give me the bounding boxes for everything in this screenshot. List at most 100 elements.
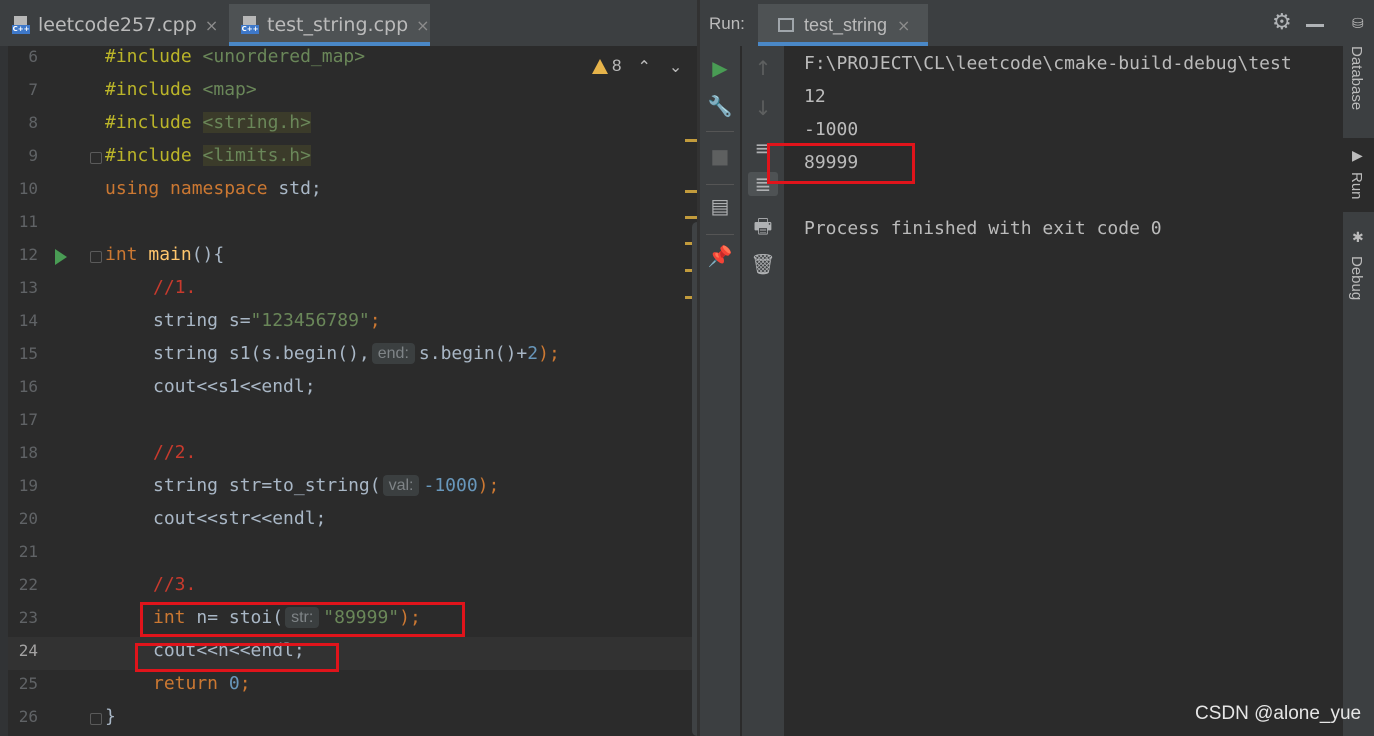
trash-icon[interactable]: 🗑 xyxy=(748,252,778,276)
stop-icon[interactable]: ■ xyxy=(705,144,735,168)
line-number: 9 xyxy=(28,146,38,165)
tool-window-run[interactable]: ▶ Run xyxy=(1343,138,1374,212)
fold-icon[interactable] xyxy=(90,152,102,164)
code-text: int main(){ xyxy=(105,244,225,265)
code-text: cout<<s1<<endl; xyxy=(153,376,316,397)
code-line: 21 xyxy=(8,538,697,571)
fold-icon[interactable] xyxy=(90,713,102,725)
rerun-icon[interactable]: ▶ xyxy=(705,56,735,80)
line-number: 8 xyxy=(28,113,38,132)
close-icon[interactable]: × xyxy=(416,16,429,35)
tab-label: test_string.cpp xyxy=(267,14,409,36)
code-text: using namespace std; xyxy=(105,178,322,199)
code-line: 8 #include <string.h> xyxy=(8,109,697,142)
line-number: 19 xyxy=(18,476,38,495)
unused-include-highlight: <string.h> xyxy=(202,112,311,133)
console-line: Process finished with exit code 0 xyxy=(804,218,1162,239)
code-line: 25 return 0; xyxy=(8,670,697,703)
tab-leetcode257[interactable]: C++ leetcode257.cpp × xyxy=(12,4,228,46)
code-text: #include <map> xyxy=(105,79,257,100)
run-gutter-icon[interactable] xyxy=(55,249,67,265)
bug-icon: ✱ xyxy=(1352,230,1364,246)
pin-icon[interactable]: 📌 xyxy=(705,244,735,268)
code-line: 18 //2. xyxy=(8,439,697,472)
tool-window-label: Run xyxy=(1348,172,1365,200)
gear-icon[interactable]: ⚙ xyxy=(1272,10,1292,35)
close-icon[interactable]: × xyxy=(897,16,910,35)
editor-tab-bar: C++ leetcode257.cpp × C++ test_string.cp… xyxy=(0,0,697,46)
parameter-hint: end: xyxy=(371,343,415,364)
code-line: 9 #include <limits.h> xyxy=(8,142,697,175)
run-toolbar-primary: ▶ 🔧 ■ ▤ 📌 xyxy=(700,46,740,736)
tool-window-debug[interactable]: ✱ Debug xyxy=(1343,224,1374,314)
code-line: 13 //1. xyxy=(8,274,697,307)
line-number: 22 xyxy=(18,575,38,594)
tab-test-string[interactable]: C++ test_string.cpp × xyxy=(229,4,430,46)
tab-run-config[interactable]: test_string × xyxy=(758,4,928,46)
layout-icon[interactable]: ▤ xyxy=(705,194,735,218)
line-number: 23 xyxy=(18,608,38,627)
code-text: cout<<str<<endl; xyxy=(153,508,327,529)
code-line: 14 string s="123456789"; xyxy=(8,307,697,340)
toolbar-separator xyxy=(706,131,734,132)
code-text: //1. xyxy=(153,277,197,298)
arrow-down-icon[interactable]: ↓ xyxy=(748,96,778,120)
code-line: 20 cout<<str<<endl; xyxy=(8,505,697,538)
code-text: #include <unordered_map> xyxy=(105,46,366,67)
code-line: 17 xyxy=(8,406,697,439)
code-line-current: 24 cout<<n<<endl; xyxy=(8,637,697,670)
code-text: #include <limits.h> xyxy=(105,145,311,166)
minimize-icon[interactable] xyxy=(1306,24,1324,27)
inspection-widget[interactable]: 8 ⌃ ⌄ xyxy=(592,56,682,76)
run-tab-label: test_string xyxy=(804,14,888,35)
line-number: 10 xyxy=(18,179,38,198)
code-line: 15 string s1(s.begin(), end: s.begin()+2); xyxy=(8,340,697,373)
chevron-down-icon[interactable]: ⌄ xyxy=(669,57,682,76)
warning-stripe-marker[interactable] xyxy=(685,139,697,142)
line-number: 14 xyxy=(18,311,38,330)
console-line: -1000 xyxy=(804,119,859,140)
database-icon: ⛁ xyxy=(1352,16,1364,32)
code-text: #include <string.h> xyxy=(105,112,311,133)
editor-left-strip xyxy=(0,46,8,736)
code-line: 12 int main(){ xyxy=(8,241,697,274)
line-number: 17 xyxy=(18,410,38,429)
code-text: return 0; xyxy=(153,673,251,694)
line-number: 15 xyxy=(18,344,38,363)
console-line: 12 xyxy=(804,86,826,107)
line-number: 13 xyxy=(18,278,38,297)
line-number: 12 xyxy=(18,245,38,264)
cpp-file-icon: C++ xyxy=(12,16,30,34)
warning-icon xyxy=(592,58,608,74)
console-icon xyxy=(778,18,794,32)
warning-stripe-marker[interactable] xyxy=(685,190,697,193)
close-icon[interactable]: × xyxy=(205,16,218,35)
watermark: CSDN @alone_yue xyxy=(1195,703,1362,724)
annotation-box xyxy=(767,143,915,184)
line-number: 6 xyxy=(28,47,38,66)
line-number: 11 xyxy=(18,212,38,231)
line-number: 26 xyxy=(18,707,38,726)
chevron-up-icon[interactable]: ⌃ xyxy=(637,57,650,76)
arrow-up-icon[interactable]: ↑ xyxy=(748,56,778,80)
code-text: //2. xyxy=(153,442,197,463)
run-icon: ▶ xyxy=(1352,148,1363,164)
print-icon[interactable]: 🖶 xyxy=(748,212,778,246)
line-number: 25 xyxy=(18,674,38,693)
code-text: //3. xyxy=(153,574,197,595)
tool-window-database[interactable]: ⛁ Database xyxy=(1343,10,1374,125)
code-text: string s="123456789"; xyxy=(153,310,381,331)
wrench-icon[interactable]: 🔧 xyxy=(705,94,735,118)
code-line: 7 #include <map> xyxy=(8,76,697,109)
parameter-hint: val: xyxy=(382,475,420,496)
code-line: 22 //3. xyxy=(8,571,697,604)
toolbar-separator xyxy=(706,234,734,235)
console-line: F:\PROJECT\CL\leetcode\cmake-build-debug… xyxy=(804,53,1292,74)
fold-icon[interactable] xyxy=(90,251,102,263)
line-number: 7 xyxy=(28,80,38,99)
warning-stripe-marker[interactable] xyxy=(685,216,697,219)
code-text: string s1(s.begin(), end: s.begin()+2); xyxy=(153,343,560,364)
tool-window-label: Debug xyxy=(1348,256,1365,301)
code-line: 10 using namespace std; xyxy=(8,175,697,208)
code-text: string str=to_string(val: -1000); xyxy=(153,475,500,496)
